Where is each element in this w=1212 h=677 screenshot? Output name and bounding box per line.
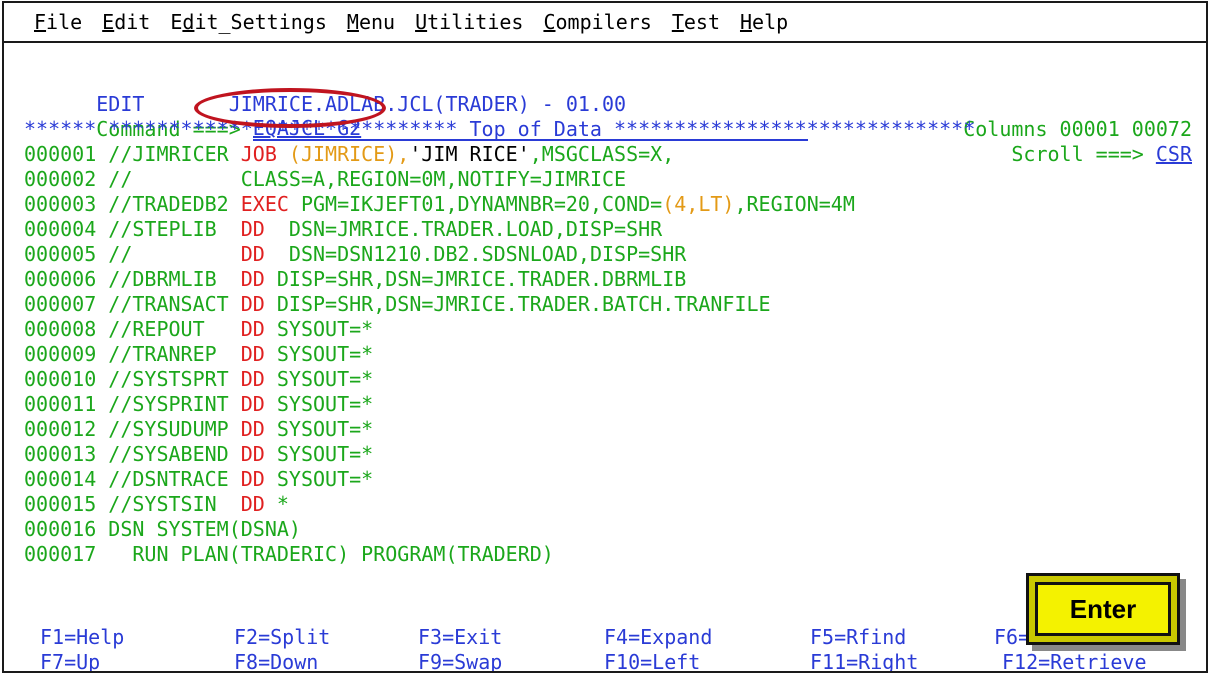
code-line: 000015 //SYSTSIN DD * [24, 492, 289, 516]
code-line: 000007 //TRANSACT DD DISP=SHR,DSN=JMRICE… [24, 292, 771, 316]
menu-utilities[interactable]: Utilities [415, 10, 523, 34]
fkey-right[interactable]: F11=Right [810, 650, 918, 671]
menu-edit[interactable]: Edit [102, 10, 150, 34]
menu-bar: File Edit Edit_Settings Menu Utilities C… [4, 3, 1206, 43]
fkey-help[interactable]: F1=Help [40, 625, 124, 650]
editor-screen: EDIT JIMRICE.ADLAB.JCL(TRADER) - 01.00 C… [24, 47, 1206, 567]
code-line: 000016 DSN SYSTEM(DSNA) [24, 517, 301, 541]
command-line: Command ===> Scroll ===> CSR [24, 92, 1206, 166]
code-line: 000013 //SYSABEND DD SYSOUT=* [24, 442, 374, 466]
code-line: 000002 // CLASS=A,REGION=0M,NOTIFY=JIMRI… [24, 167, 627, 191]
fkey-exit[interactable]: F3=Exit [418, 625, 502, 650]
code-line: 000014 //DSNTRACE DD SYSOUT=* [24, 467, 374, 491]
terminal-window: File Edit Edit_Settings Menu Utilities C… [2, 1, 1208, 673]
enter-key-button[interactable]: Enter [1026, 573, 1180, 645]
code-line: 000008 //REPOUT DD SYSOUT=* [24, 317, 374, 341]
menu-help[interactable]: Help [740, 10, 788, 34]
menu-edit-settings[interactable]: Edit_Settings [170, 10, 327, 34]
code-line: 000004 //STEPLIB DD DSN=JMRICE.TRADER.LO… [24, 217, 663, 241]
menu-menu[interactable]: Menu [347, 10, 395, 34]
title-line: EDIT JIMRICE.ADLAB.JCL(TRADER) - 01.00 C… [24, 67, 1206, 141]
menu-file[interactable]: File [34, 10, 82, 34]
fkey-rfind[interactable]: F5=Rfind [810, 625, 906, 650]
fkey-row-2: F7=Up F8=Down F9=Swap F10=Left F11=Right… [4, 650, 1206, 671]
fkey-down[interactable]: F8=Down [234, 650, 318, 671]
code-line: 000005 // DD DSN=DSN1210.DB2.SDSNLOAD,DI… [24, 242, 687, 266]
code-line: 000012 //SYSUDUMP DD SYSOUT=* [24, 417, 374, 441]
fkey-up[interactable]: F7=Up [40, 650, 100, 671]
fkey-swap[interactable]: F9=Swap [418, 650, 502, 671]
code-line: 000011 //SYSPRINT DD SYSOUT=* [24, 392, 374, 416]
code-line: 000003 //TRADEDB2 EXEC PGM=IKJEFT01,DYNA… [24, 192, 855, 216]
code-line: 000009 //TRANREP DD SYSOUT=* [24, 342, 374, 366]
fkey-retrieve[interactable]: F12=Retrieve [1002, 650, 1147, 671]
fkey-expand[interactable]: F4=Expand [604, 625, 712, 650]
code-line: 000017 RUN PLAN(TRADERIC) PROGRAM(TRADER… [24, 542, 554, 566]
code-line: 000010 //SYSTSPRT DD SYSOUT=* [24, 367, 374, 391]
fkey-left[interactable]: F10=Left [604, 650, 700, 671]
fkey-split[interactable]: F2=Split [234, 625, 330, 650]
code-line: 000001 //JIMRICER JOB (JIMRICE),'JIM RIC… [24, 142, 675, 166]
menu-test[interactable]: Test [672, 10, 720, 34]
menu-compilers[interactable]: Compilers [543, 10, 651, 34]
code-line: 000006 //DBRMLIB DD DISP=SHR,DSN=JMRICE.… [24, 267, 687, 291]
top-of-data-line: ****** ***************************** Top… [24, 117, 976, 141]
